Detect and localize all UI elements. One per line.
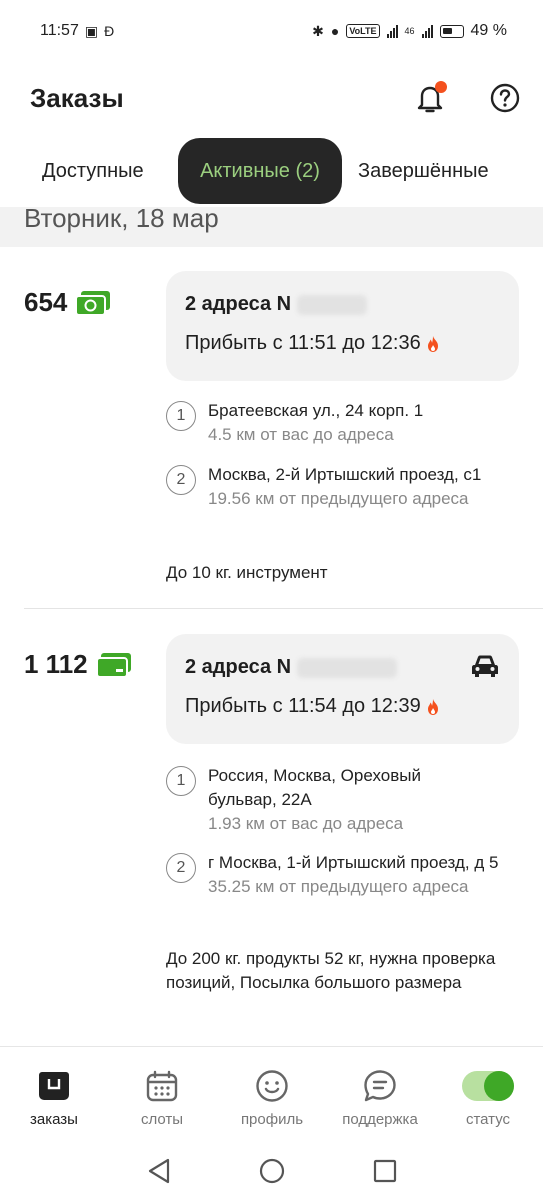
volte-badge: VoLTE bbox=[346, 24, 380, 38]
status-time: 11:57 bbox=[40, 22, 79, 39]
app-icon: Đ bbox=[104, 23, 115, 39]
address-text: Братеевская ул., 24 корп. 1 bbox=[208, 401, 424, 420]
cash-icon bbox=[75, 290, 111, 316]
address-number: 2 bbox=[166, 853, 196, 883]
recents-icon[interactable] bbox=[373, 1159, 397, 1183]
toggle-icon[interactable] bbox=[462, 1069, 514, 1103]
order-card[interactable]: 1 112 2 адреса N Прибыть с 11:54 до 12:3… bbox=[0, 609, 543, 1039]
car-icon bbox=[472, 655, 498, 677]
order-price: 1 112 bbox=[24, 649, 88, 679]
address-number: 1 bbox=[166, 401, 196, 431]
smile-icon bbox=[255, 1069, 289, 1103]
address-number: 2 bbox=[166, 465, 196, 495]
card-icon bbox=[95, 652, 132, 678]
address-distance: 4.5 км от вас до адреса bbox=[208, 425, 394, 444]
address-item: 2 г Москва, 1-й Иртышский проезд, д 5 35… bbox=[166, 851, 526, 899]
bluetooth-icon: ✱ bbox=[312, 23, 324, 39]
status-bar: 11:57 ▣ Đ ✱ ● VoLTE 46 49 % bbox=[0, 0, 543, 62]
nav-profile[interactable]: профиль bbox=[222, 1069, 322, 1128]
redacted-number bbox=[296, 294, 367, 315]
tab-available[interactable]: Доступные bbox=[42, 160, 144, 183]
nav-label: заказы bbox=[30, 1111, 78, 1128]
nav-support[interactable]: поддержка bbox=[330, 1069, 430, 1128]
order-summary[interactable]: 2 адреса N Прибыть с 11:54 до 12:39 bbox=[166, 634, 519, 744]
home-icon[interactable] bbox=[259, 1158, 285, 1184]
order-summary[interactable]: 2 адреса N Прибыть с 11:51 до 12:36 bbox=[166, 271, 519, 381]
address-item: 2 Москва, 2-й Иртышский проезд, с1 19.56… bbox=[166, 463, 526, 511]
calendar-icon bbox=[145, 1069, 179, 1103]
bottom-nav: заказы слоты профиль поддержка статус bbox=[0, 1046, 543, 1142]
app-header: Заказы bbox=[0, 62, 543, 134]
address-distance: 1.93 км от вас до адреса bbox=[208, 814, 404, 833]
help-icon[interactable] bbox=[489, 82, 521, 114]
arrival-window: Прибыть с 11:51 до 12:36 bbox=[185, 332, 421, 354]
tab-completed[interactable]: Завершённые bbox=[358, 160, 489, 183]
battery-level: 49 % bbox=[470, 22, 507, 39]
fire-icon bbox=[427, 335, 438, 352]
network-type: 46 bbox=[404, 26, 415, 36]
address-item: 1 Братеевская ул., 24 корп. 1 4.5 км от … bbox=[166, 399, 526, 447]
date-label: Вторник, 18 мар bbox=[24, 207, 219, 233]
order-title: 2 адреса N bbox=[185, 656, 292, 678]
orders-icon bbox=[37, 1069, 71, 1103]
signal-icon bbox=[386, 24, 398, 38]
back-icon[interactable] bbox=[147, 1158, 171, 1184]
location-icon: ● bbox=[330, 23, 340, 39]
notification-dot bbox=[435, 81, 447, 93]
address-distance: 35.25 км от предыдущего адреса bbox=[208, 877, 469, 896]
system-nav bbox=[0, 1142, 543, 1200]
nav-orders[interactable]: заказы bbox=[4, 1069, 104, 1128]
order-card[interactable]: 654 2 адреса N Прибыть с 11:51 до 12:36 … bbox=[0, 247, 543, 607]
bell-icon[interactable] bbox=[413, 81, 447, 115]
redacted-number bbox=[296, 657, 397, 678]
address-text: Россия, Москва, Ореховый бульвар, 22А bbox=[208, 766, 421, 809]
page-title: Заказы bbox=[30, 82, 124, 113]
order-price: 654 bbox=[24, 287, 68, 317]
nav-label: профиль bbox=[240, 1111, 304, 1128]
order-tabs: Доступные Активные (2) Завершённые bbox=[0, 138, 543, 206]
nav-label: поддержка bbox=[342, 1111, 418, 1128]
chat-icon bbox=[363, 1069, 397, 1103]
arrival-window: Прибыть с 11:54 до 12:39 bbox=[185, 695, 421, 717]
order-note: До 10 кг. инструмент bbox=[166, 563, 328, 582]
address-number: 1 bbox=[166, 766, 196, 796]
address-text: г Москва, 1-й Иртышский проезд, д 5 bbox=[208, 853, 499, 872]
nav-label: статус bbox=[465, 1111, 511, 1128]
tab-active[interactable]: Активные (2) bbox=[178, 138, 342, 204]
date-header: Вторник, 18 мар bbox=[0, 207, 543, 247]
order-title: 2 адреса N bbox=[185, 293, 292, 315]
nav-label: слоты bbox=[140, 1111, 184, 1128]
signal-icon-2 bbox=[421, 24, 433, 38]
address-item: 1 Россия, Москва, Ореховый бульвар, 22А … bbox=[166, 764, 526, 836]
nfc-icon: ▣ bbox=[84, 23, 99, 39]
nav-slots[interactable]: слоты bbox=[112, 1069, 212, 1128]
address-distance: 19.56 км от предыдущего адреса bbox=[208, 489, 469, 508]
status-toggle[interactable] bbox=[462, 1071, 514, 1101]
fire-icon bbox=[427, 698, 438, 715]
battery-icon bbox=[439, 24, 464, 38]
nav-status[interactable]: статус bbox=[438, 1069, 538, 1128]
address-text: Москва, 2-й Иртышский проезд, с1 bbox=[208, 465, 482, 484]
order-note: До 200 кг. продукты 52 кг, нужна проверк… bbox=[166, 949, 496, 992]
